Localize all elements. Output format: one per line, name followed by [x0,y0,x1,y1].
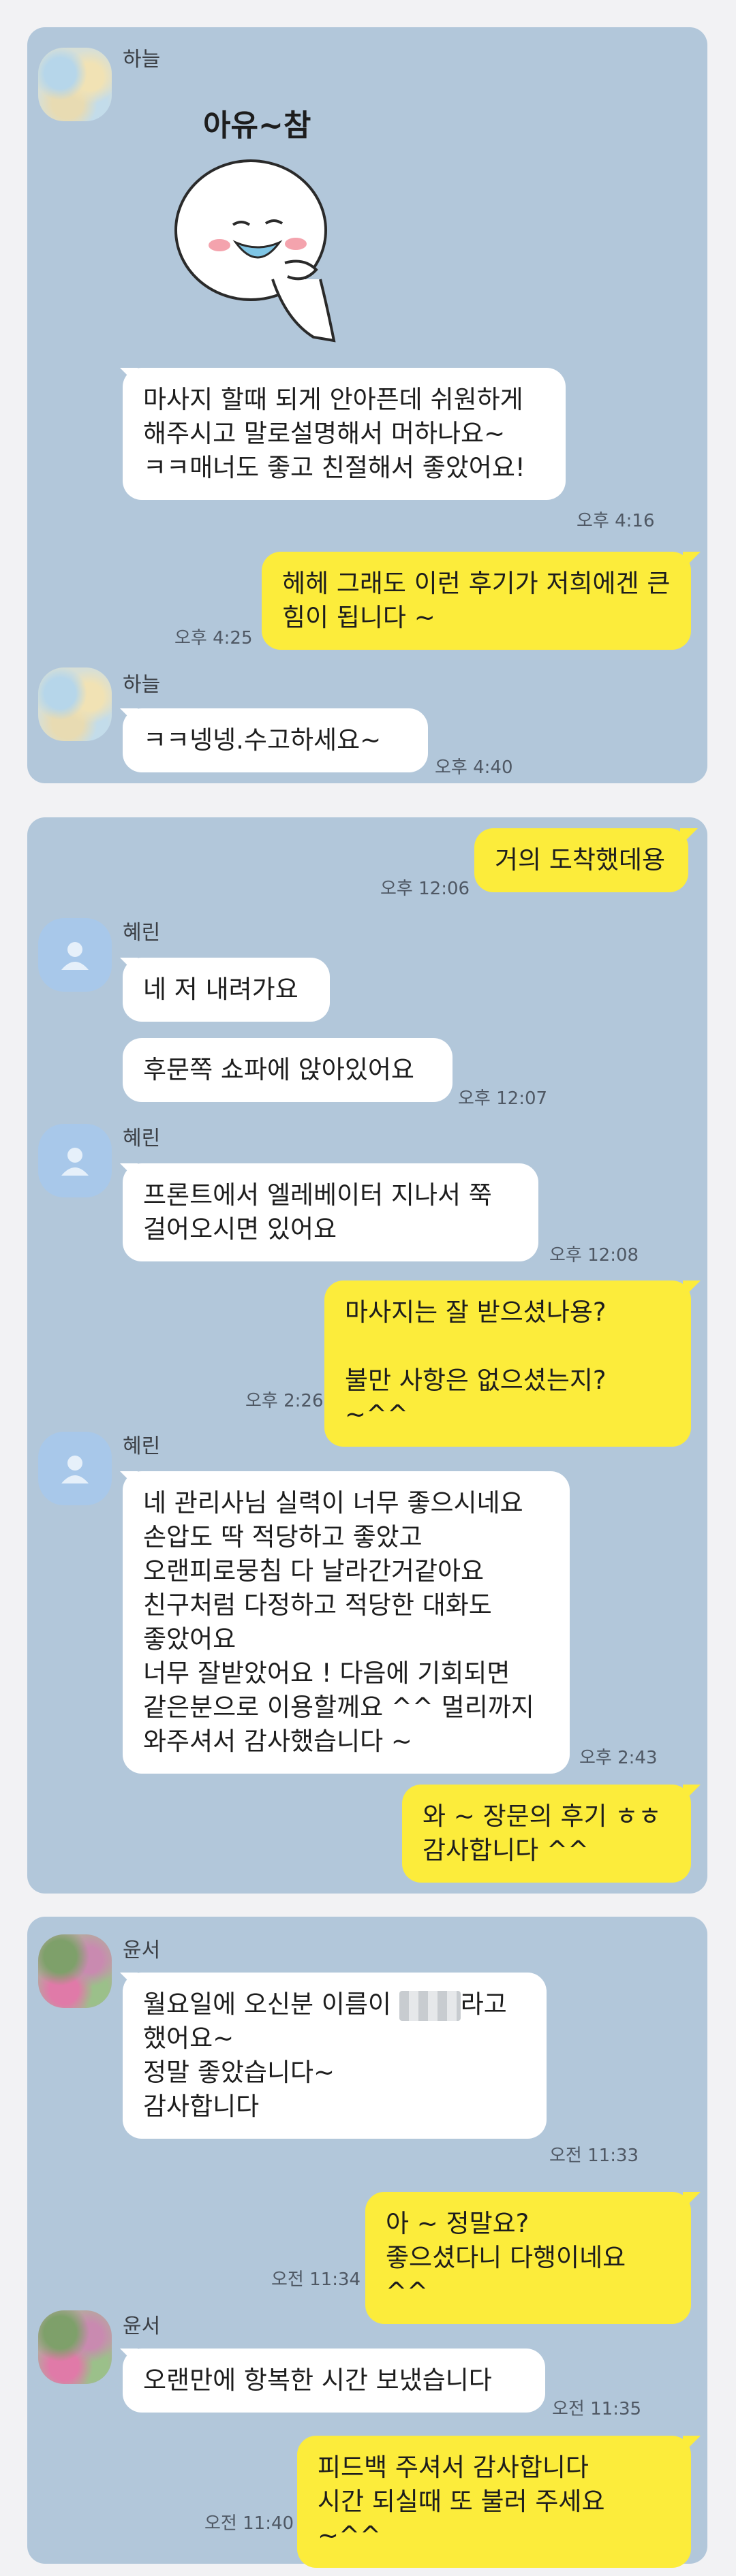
message-bubble-outgoing[interactable]: 와 ~ 장문의 후기 ㅎㅎ 감사합니다 ^^ [402,1785,691,1883]
chat-panel-2: 오후 12:06 거의 도착했데용 혜린 네 저 내려가요 후문쪽 쇼파에 앉아… [27,817,707,1894]
sender-name: 하늘 [123,673,161,697]
message-time: 오전 11:40 [204,2513,294,2534]
sender-name: 윤서 [123,2314,161,2338]
message-time: 오전 11:34 [271,2269,361,2290]
person-icon [61,1456,89,1483]
avatar[interactable] [38,48,112,121]
message-text: 월요일에 오신분 이름이 [143,1990,399,2019]
avatar[interactable] [38,918,112,992]
message-bubble[interactable]: 프론트에서 엘레베이터 지나서 쭉 걸어오시면 있어요 [123,1163,538,1261]
sender-name: 혜린 [123,1127,161,1150]
message-time: 오후 4:25 [174,628,253,648]
avatar[interactable] [38,2310,112,2384]
avatar[interactable] [38,667,112,741]
message-bubble[interactable]: 네 저 내려가요 [123,958,330,1022]
sender-name: 윤서 [123,1938,161,1962]
sender-name: 하늘 [123,48,161,72]
message-time: 오후 2:26 [245,1391,324,1411]
message-time: 오후 4:16 [577,511,655,531]
chat-panel-3: 윤서 월요일에 오신분 이름이 라고 했어요~ 정말 좋았습니다~ 감사합니다 … [27,1917,707,2568]
message-time: 오후 2:43 [579,1748,658,1768]
message-time: 오후 12:08 [549,1245,639,1266]
avatar[interactable] [38,1432,112,1505]
message-bubble-outgoing[interactable]: 헤헤 그래도 이런 후기가 저희에겐 큰 힘이 됩니다 ~ [262,552,691,650]
person-icon [61,942,89,970]
message-time: 오후 4:40 [435,757,513,778]
avatar[interactable] [38,1124,112,1197]
message-time: 오전 11:35 [552,2399,642,2419]
redacted-name [399,1990,461,2021]
message-bubble[interactable]: 마사지 할때 되게 안아픈데 쉬원하게 해주시고 말로설명해서 머하나요~ ㅋㅋ… [123,368,566,500]
message-time: 오전 11:33 [549,2146,639,2166]
message-time: 오후 12:06 [380,879,470,899]
message-bubble-outgoing[interactable]: 거의 도착했데용 [474,828,688,892]
message-bubble-outgoing[interactable]: 아 ~ 정말요? 좋으셨다니 다행이네요 ^^ [365,2192,691,2324]
message-bubble-outgoing[interactable]: 마사지는 잘 받으셨나용? 불만 사항은 없으셨는지? ~^^ [324,1281,691,1447]
sticker-image[interactable] [170,143,354,347]
message-bubble[interactable]: 네 관리사님 실력이 너무 좋으시네요 손압도 딱 적당하고 좋았고 오랜피로뭉… [123,1471,570,1774]
message-bubble[interactable]: 오랜만에 항복한 시간 보냈습니다 [123,2349,545,2413]
avatar[interactable] [38,1934,112,2008]
message-time: 오후 12:07 [458,1088,548,1109]
message-bubble[interactable]: 후문쪽 쇼파에 앉아있어요 [123,1038,453,1102]
sender-name: 혜린 [123,1434,161,1458]
sticker-caption: 아유~참 [203,108,311,143]
person-icon [61,1148,89,1176]
sender-name: 혜린 [123,921,161,945]
message-bubble[interactable]: 월요일에 오신분 이름이 라고 했어요~ 정말 좋았습니다~ 감사합니다 [123,1973,547,2139]
message-bubble[interactable]: ㅋㅋ넹넹.수고하세요~ [123,708,428,772]
chat-panel-1: 하늘 아유~참 마사지 할때 되게 안아픈데 쉬원하게 해주시고 말로설명해서 … [27,27,707,783]
message-bubble-outgoing[interactable]: 피드백 주셔서 감사합니다 시간 되실때 또 불러 주세요 ~^^ [297,2436,691,2568]
